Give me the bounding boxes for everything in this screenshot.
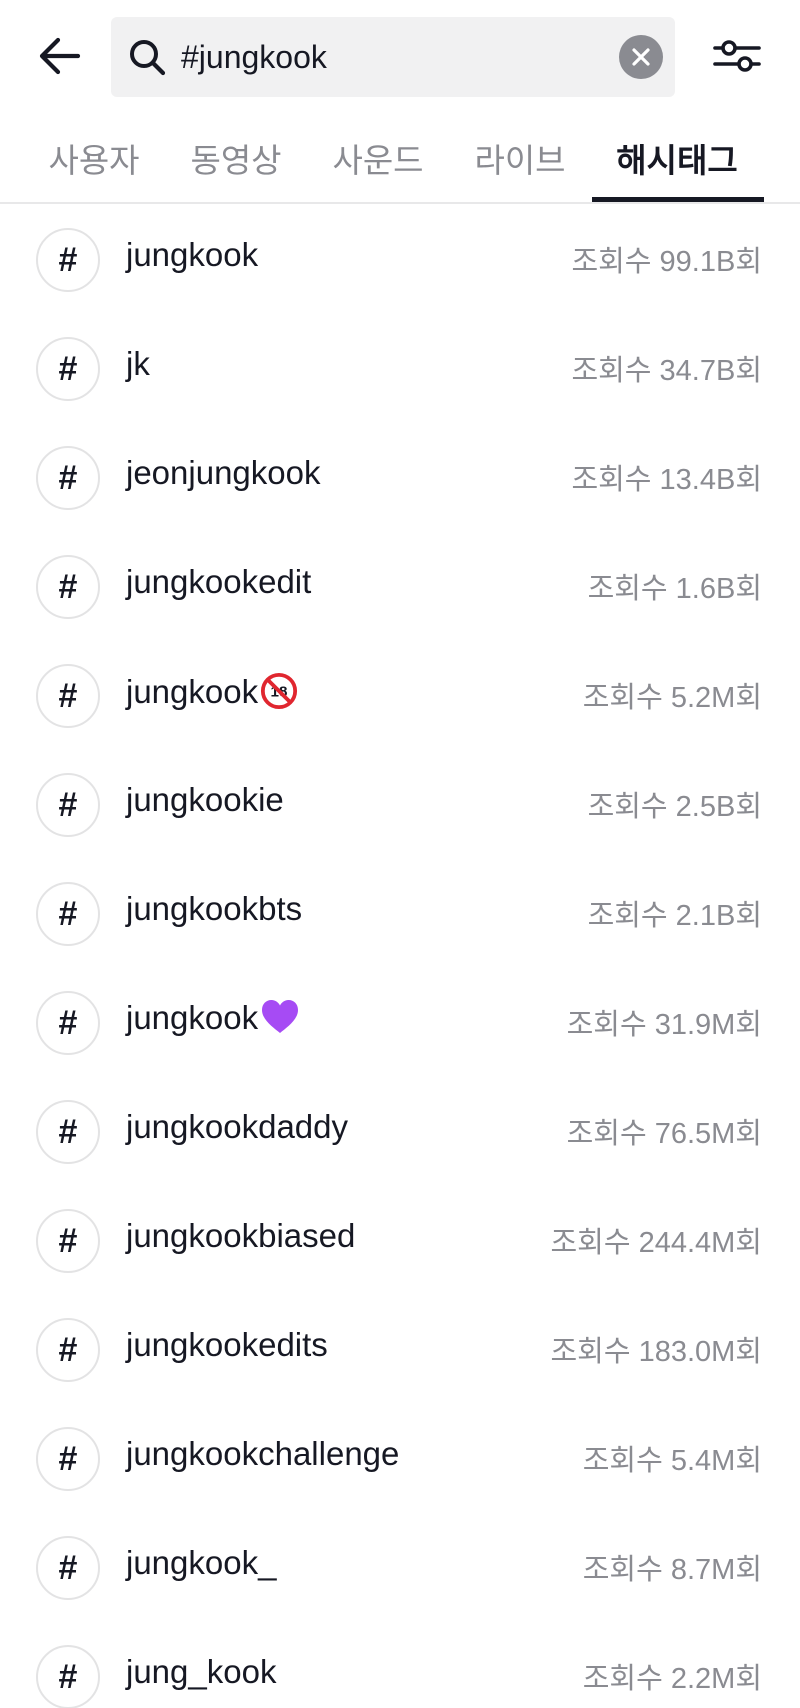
tab-users[interactable]: 사용자 — [48, 134, 140, 182]
no-one-under-eighteen-icon: 18 — [261, 672, 298, 710]
tab-hashtags[interactable]: 해시태그 — [612, 134, 742, 182]
hashtag-icon: # — [36, 882, 100, 946]
purple-heart-icon — [262, 1000, 299, 1033]
hashtag-name: jungkookbiased — [126, 1217, 356, 1254]
hashtag-row[interactable]: # jk 조회수 34.7B회 — [0, 313, 800, 422]
hashtag-row[interactable]: # jungkookedits 조회수 183.0M회 — [0, 1294, 800, 1403]
hashtag-icon: # — [36, 555, 100, 619]
hashtag-row[interactable]: # jungkookdaddy 조회수 76.5M회 — [0, 1076, 800, 1185]
hashtag-icon: # — [36, 1100, 100, 1164]
hashtag-views: 조회수 5.2M회 — [582, 682, 762, 714]
hashtag-row[interactable]: # jungkookbts 조회수 2.1B회 — [0, 858, 800, 967]
hashtag-name: jeonjungkook — [126, 454, 321, 491]
search-icon — [130, 40, 166, 76]
hashtag-icon: # — [36, 773, 100, 837]
hashtag-views: 조회수 76.5M회 — [566, 1118, 762, 1150]
hashtag-name: jungkook_ — [126, 1544, 277, 1581]
hashtag-icon: # — [36, 1645, 100, 1708]
hashtag-views: 조회수 2.2M회 — [582, 1663, 762, 1695]
hashtag-views: 조회수 5.4M회 — [582, 1445, 762, 1477]
hashtag-icon: # — [36, 1427, 100, 1491]
hashtag-name: jungkookedit — [126, 563, 312, 600]
hashtag-row[interactable]: # jungkookchallenge 조회수 5.4M회 — [0, 1403, 800, 1512]
hashtag-row[interactable]: # jungkook_ 조회수 8.7M회 — [0, 1512, 800, 1621]
hashtag-name: jungkookchallenge — [126, 1435, 400, 1472]
hashtag-views: 조회수 31.9M회 — [566, 1009, 762, 1041]
hashtag-icon: # — [36, 337, 100, 401]
hashtag-row[interactable]: # jungkook 조회수 99.1B회 — [0, 204, 800, 313]
clear-search-button[interactable] — [619, 35, 663, 79]
hashtag-views: 조회수 2.1B회 — [587, 900, 762, 932]
hashtag-name: jungkook — [126, 999, 300, 1037]
close-icon — [632, 48, 650, 66]
hashtag-name: jungkookedits — [126, 1326, 328, 1363]
hashtag-views: 조회수 99.1B회 — [571, 246, 762, 278]
hashtag-name: jungkookbts — [126, 890, 303, 927]
search-input[interactable] — [181, 17, 601, 97]
hashtag-icon: # — [36, 446, 100, 510]
hashtag-views: 조회수 244.4M회 — [550, 1227, 762, 1259]
hashtag-views: 조회수 1.6B회 — [587, 573, 762, 605]
top-bar — [0, 0, 800, 112]
back-arrow-icon — [39, 37, 81, 75]
hashtag-row[interactable]: # jungkookbiased 조회수 244.4M회 — [0, 1185, 800, 1294]
hashtag-row[interactable]: # jung_kook 조회수 2.2M회 — [0, 1621, 800, 1708]
hashtag-icon: # — [36, 1209, 100, 1273]
hashtag-views: 조회수 183.0M회 — [550, 1336, 762, 1368]
hashtag-name: jungkook 18 — [126, 672, 298, 711]
hashtag-icon: # — [36, 228, 100, 292]
hashtag-views: 조회수 2.5B회 — [587, 791, 762, 823]
hashtag-name: jungkook — [126, 236, 259, 273]
tab-live[interactable]: 라이브 — [474, 134, 566, 182]
hashtag-views: 조회수 8.7M회 — [582, 1554, 762, 1586]
hashtag-row[interactable]: # jeonjungkook 조회수 13.4B회 — [0, 422, 800, 531]
hashtag-views: 조회수 34.7B회 — [571, 355, 762, 387]
hashtag-icon: # — [36, 1318, 100, 1382]
hashtag-name: jungkookie — [126, 781, 284, 818]
hashtag-row[interactable]: # jungkook 18 조회수 5.2M회 — [0, 640, 800, 749]
hashtag-name: jk — [126, 345, 150, 382]
tab-videos[interactable]: 동영상 — [190, 134, 282, 182]
hashtag-name: jung_kook — [126, 1653, 277, 1690]
hashtag-icon: # — [36, 1536, 100, 1600]
hashtag-icon: # — [36, 664, 100, 728]
hashtag-row[interactable]: # jungkookedit 조회수 1.6B회 — [0, 531, 800, 640]
tab-sounds[interactable]: 사운드 — [332, 134, 424, 182]
search-tabs: 사용자 동영상 사운드 라이브 해시태그 — [0, 112, 800, 204]
hashtag-name: jungkookdaddy — [126, 1108, 349, 1145]
hashtag-views: 조회수 13.4B회 — [571, 464, 762, 496]
search-bar[interactable] — [111, 17, 675, 97]
active-tab-indicator — [592, 197, 764, 202]
filter-button[interactable] — [708, 30, 766, 82]
hashtag-row[interactable]: # jungkookie 조회수 2.5B회 — [0, 749, 800, 858]
hashtag-icon: # — [36, 991, 100, 1055]
hashtag-row[interactable]: # jungkook 조회수 31.9M회 — [0, 967, 800, 1076]
back-button[interactable] — [34, 30, 86, 82]
sliders-icon — [713, 40, 761, 72]
